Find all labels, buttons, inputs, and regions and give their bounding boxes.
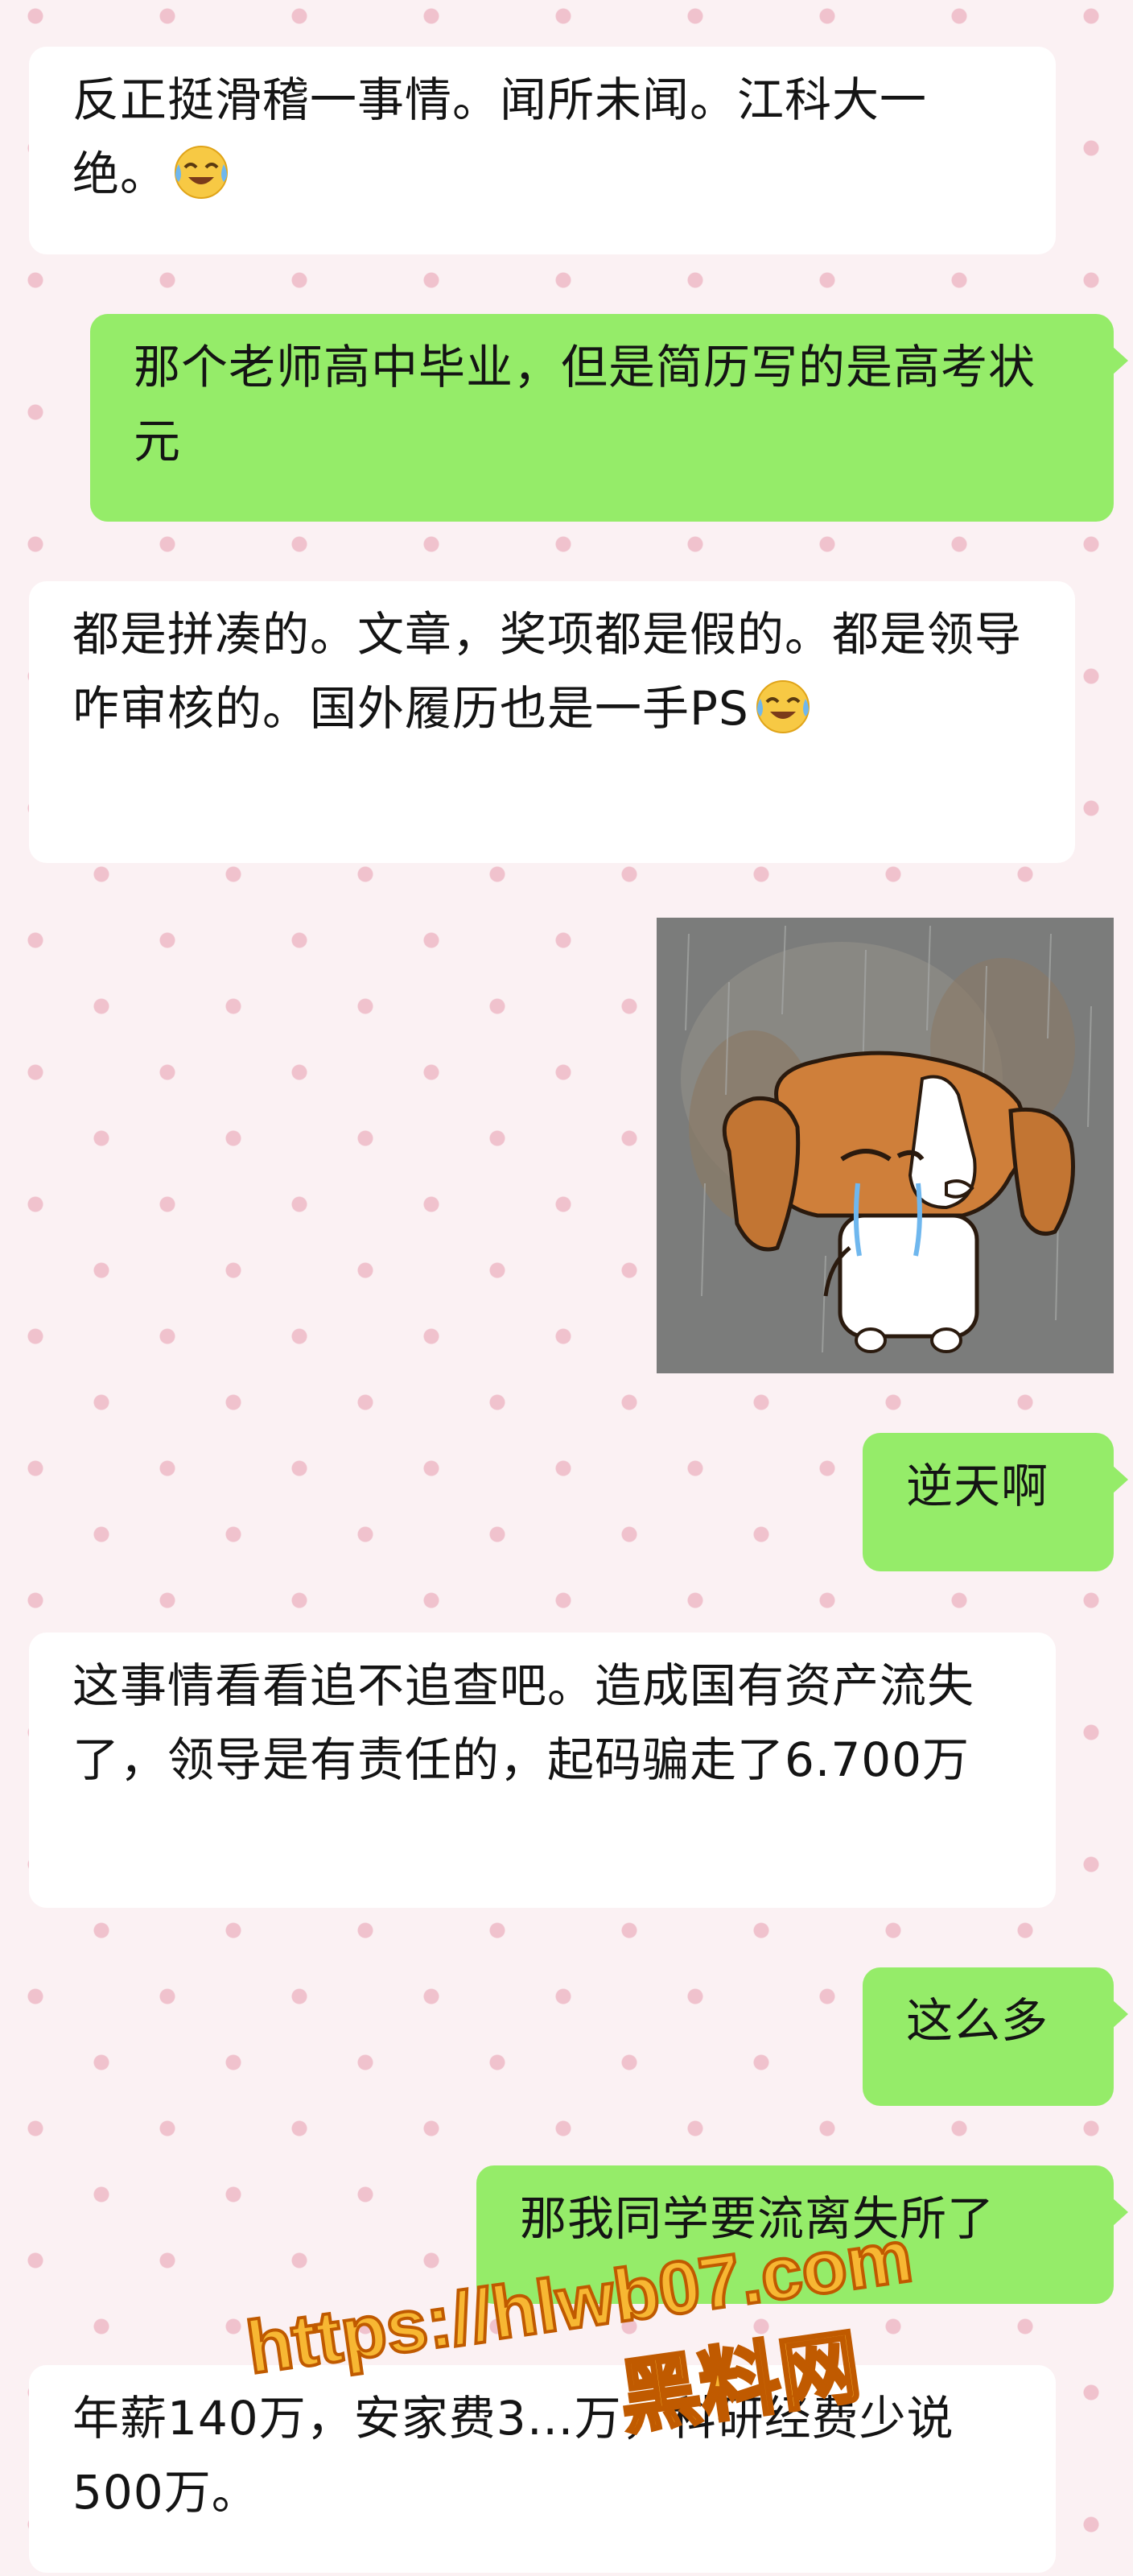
message-text: 都是拼凑的。文章，奖项都是假的。都是领导咋审核的。国外履历也是一手PS: [72, 607, 1023, 736]
crying-dog-in-rain-sticker[interactable]: [657, 918, 1114, 1373]
message-bubble-incoming[interactable]: 反正挺滑稽一事情。闻所未闻。江科大一绝。: [29, 47, 1056, 254]
message-text: 那我同学要流离失所了: [520, 2191, 995, 2246]
message-text: 年薪140万，安家费3…万，科研经费少说500万。: [72, 2391, 954, 2520]
message-text: 这事情看看追不追查吧。造成国有资产流失了，领导是有责任的，起码骗走了6.700万: [72, 1658, 975, 1787]
face-with-tears-of-joy-icon: [171, 140, 232, 201]
message-bubble-incoming[interactable]: 年薪140万，安家费3…万，科研经费少说500万。: [29, 2365, 1056, 2573]
message-bubble-incoming[interactable]: 这事情看看追不追查吧。造成国有资产流失了，领导是有责任的，起码骗走了6.700万: [29, 1633, 1056, 1908]
face-with-tears-of-joy-icon: [752, 675, 814, 736]
message-bubble-outgoing[interactable]: 那我同学要流离失所了: [476, 2165, 1128, 2304]
message-text: 逆天啊: [906, 1459, 1049, 1513]
message-text: 这么多: [906, 1993, 1049, 2048]
message-text: 那个老师高中毕业，但是简历写的是高考状元: [134, 340, 1036, 469]
message-bubble-outgoing[interactable]: 这么多: [863, 1967, 1128, 2106]
message-bubble-outgoing[interactable]: 逆天啊: [863, 1433, 1128, 1571]
message-bubble-incoming[interactable]: 都是拼凑的。文章，奖项都是假的。都是领导咋审核的。国外履历也是一手PS: [29, 581, 1075, 863]
message-bubble-outgoing[interactable]: 那个老师高中毕业，但是简历写的是高考状元: [90, 314, 1128, 522]
